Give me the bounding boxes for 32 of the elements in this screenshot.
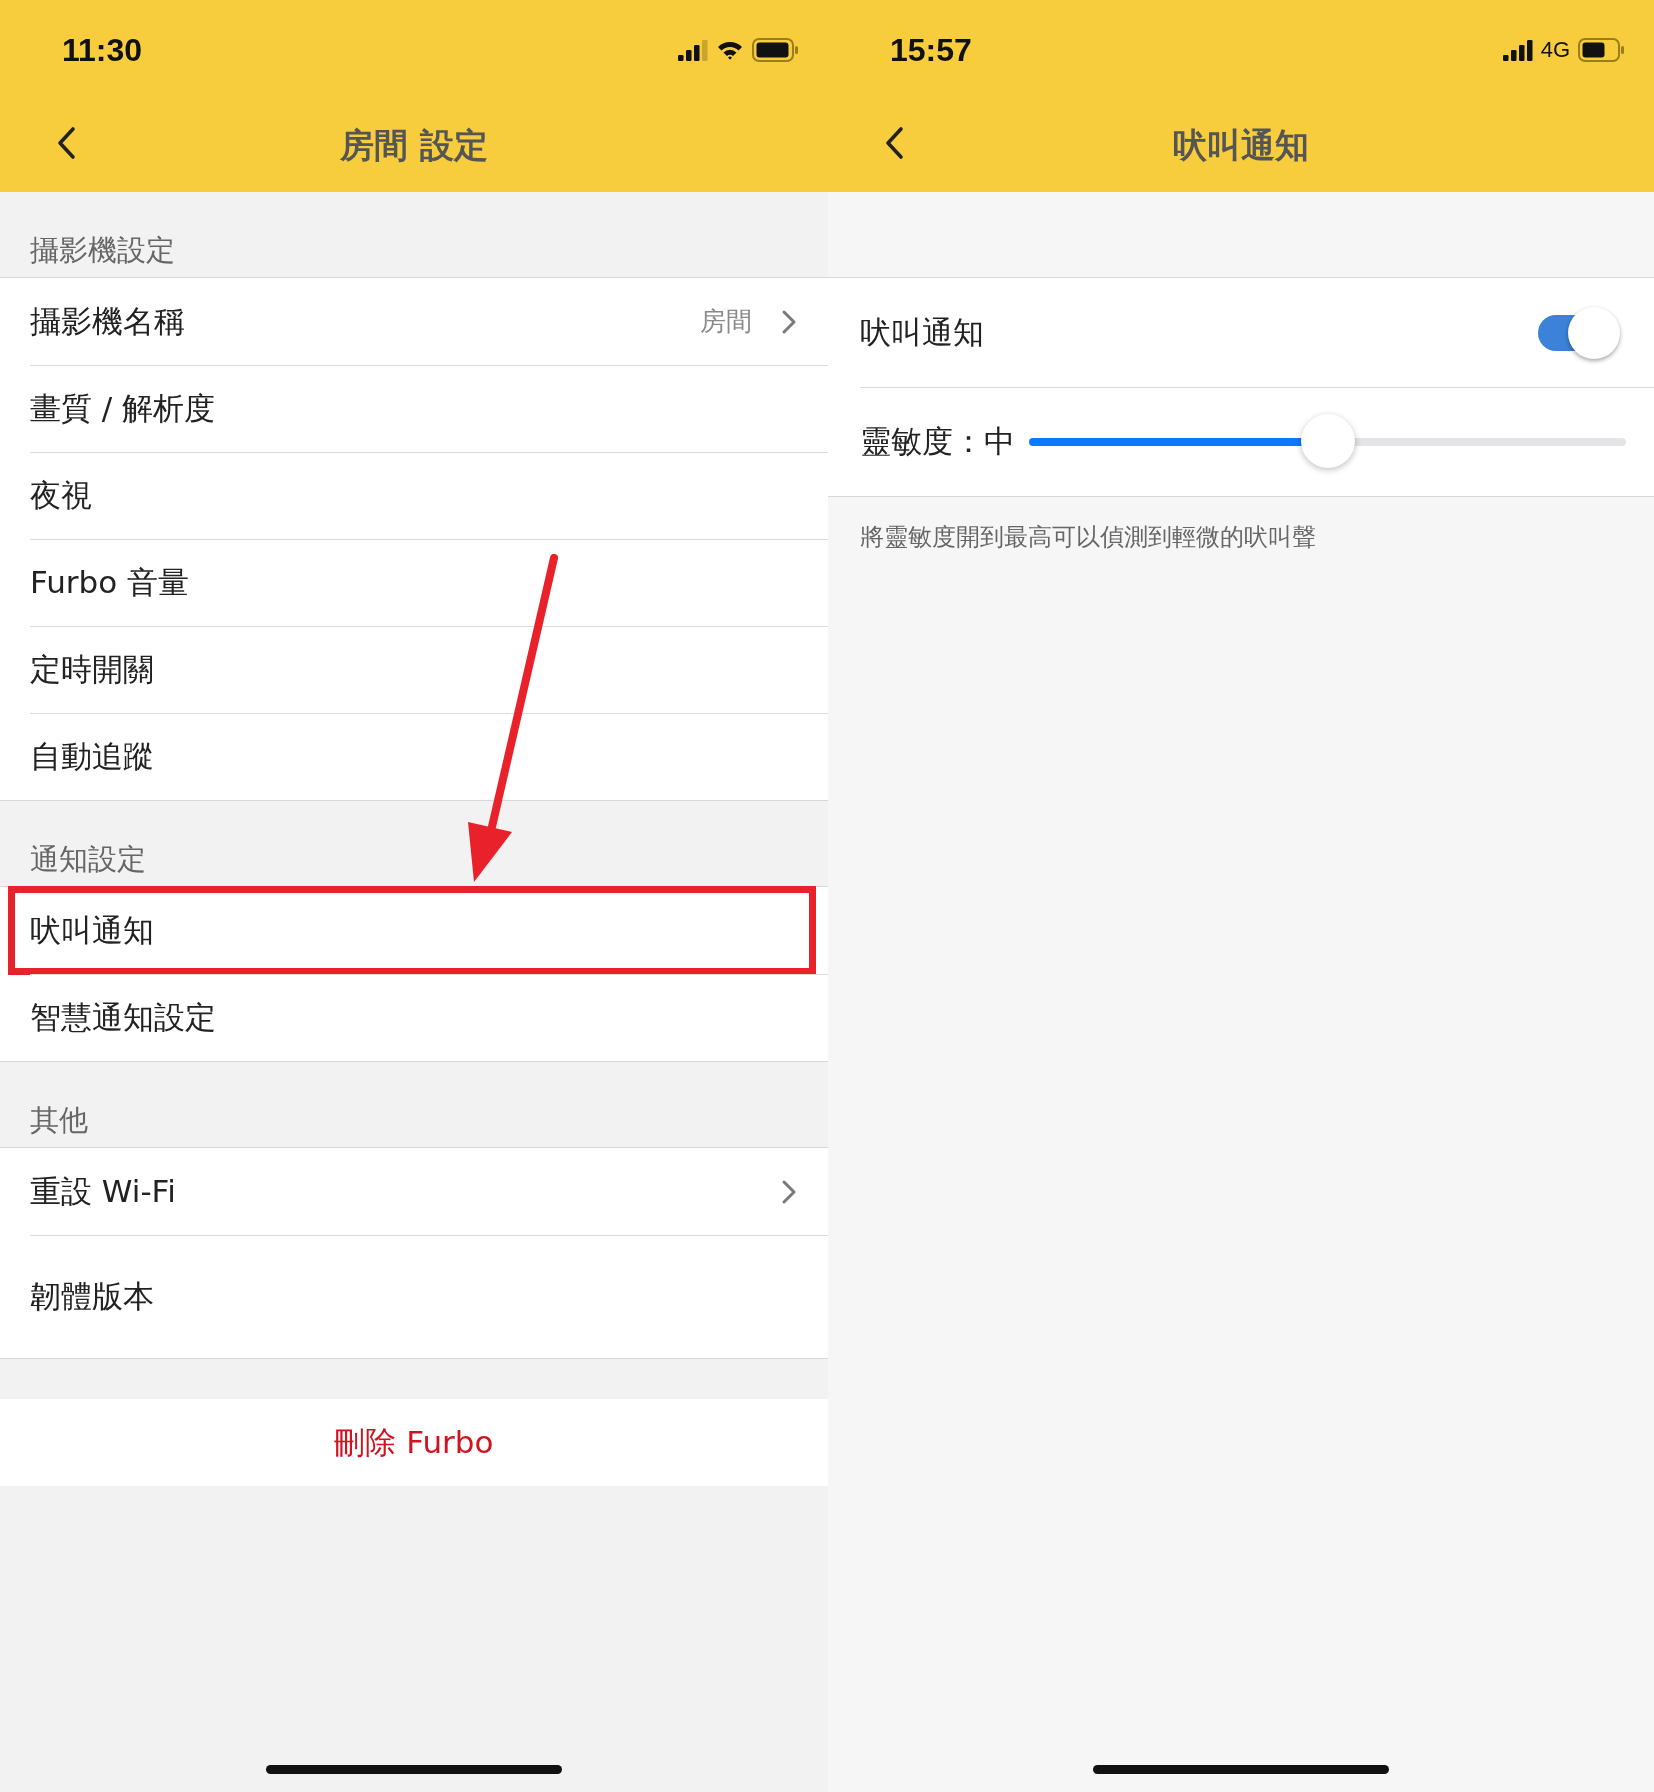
- delete-button[interactable]: 刪除 Furbo: [328, 1420, 500, 1465]
- settings-row[interactable]: Furbo 音量: [30, 539, 828, 626]
- status-time: 11:30: [62, 31, 143, 69]
- section-header: 攝影機設定: [29, 232, 176, 269]
- back-button[interactable]: [884, 126, 906, 160]
- sensitivity-slider[interactable]: [1029, 414, 1626, 470]
- network-type: 4G: [1540, 37, 1570, 63]
- section-header: 通知設定: [29, 841, 147, 878]
- battery-icon: [752, 38, 798, 62]
- battery-icon: [1578, 38, 1624, 62]
- section-header: 其他: [29, 1102, 89, 1139]
- back-icon: [884, 126, 906, 160]
- back-icon: [56, 126, 78, 160]
- back-button[interactable]: [56, 126, 78, 160]
- settings-row[interactable]: 重設 Wi-Fi: [30, 1148, 828, 1235]
- toggle-label: 吠叫通知: [860, 312, 984, 352]
- settings-row[interactable]: 攝影機名稱 房間: [30, 278, 828, 365]
- settings-row[interactable]: 自動追蹤: [30, 713, 828, 800]
- screen-title: 房間 設定: [340, 124, 488, 167]
- status-time: 15:57: [890, 31, 972, 69]
- screen-title: 吠叫通知: [1173, 124, 1309, 167]
- hint-text: 將靈敏度開到最高可以偵測到輕微的吠叫聲: [859, 522, 1317, 553]
- settings-row[interactable]: 畫質 / 解析度: [30, 365, 828, 452]
- chevron-icon: [780, 1178, 798, 1205]
- settings-row[interactable]: 定時開關: [30, 626, 828, 713]
- settings-row[interactable]: 吠叫通知: [30, 887, 828, 974]
- row-value: 房間: [700, 305, 752, 338]
- settings-row[interactable]: 夜視: [30, 452, 828, 539]
- slider-label: 靈敏度：中: [860, 422, 1015, 461]
- chevron-icon: [780, 308, 798, 335]
- settings-row[interactable]: 智慧通知設定: [30, 974, 828, 1061]
- wifi-icon: [716, 39, 744, 61]
